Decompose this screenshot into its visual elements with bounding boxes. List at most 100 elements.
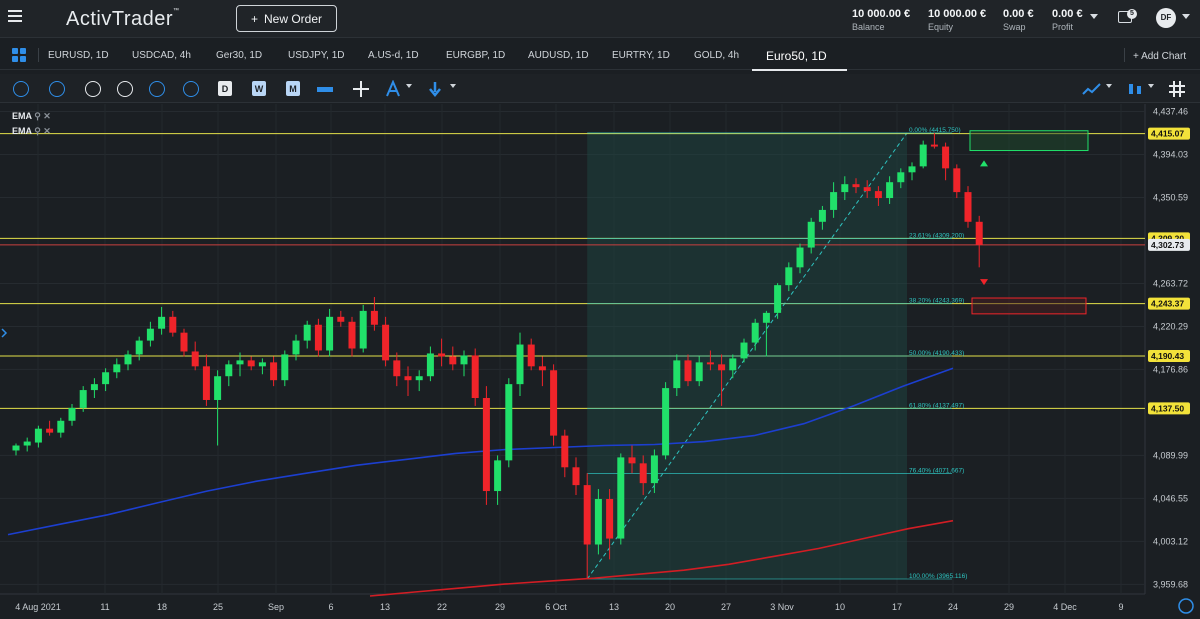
candle-body[interactable] (23, 441, 31, 446)
measure-icon[interactable] (316, 80, 334, 98)
candle-body[interactable] (326, 316, 334, 351)
candle-body[interactable] (482, 398, 490, 492)
monthly-calendar-icon[interactable]: M (284, 80, 302, 98)
stop-loss-zone[interactable] (971, 297, 1087, 315)
arrow-chevron-icon[interactable] (450, 84, 456, 88)
candle-body[interactable] (303, 324, 311, 341)
candle-body[interactable] (662, 388, 670, 456)
half-circle-icon[interactable] (116, 80, 134, 98)
candle-body[interactable] (180, 332, 188, 352)
candle-body[interactable] (561, 435, 569, 468)
take-profit-zone[interactable] (969, 130, 1089, 152)
text-tool-chevron-icon[interactable] (406, 84, 412, 88)
chart-canvas[interactable]: 4,437.46 4,394.03 4,350.59 4,263.72 4,220.29… (0, 104, 1200, 619)
tab-eurtry[interactable]: EURTRY, 1D (612, 50, 670, 61)
candle-body[interactable] (919, 144, 927, 167)
candle-body[interactable] (46, 428, 54, 433)
candle-body[interactable] (169, 316, 177, 333)
candle-body[interactable] (236, 360, 244, 365)
candle-body[interactable] (930, 144, 938, 147)
candle-body[interactable] (751, 322, 759, 343)
pie-icon[interactable] (84, 80, 102, 98)
tab-eurusd[interactable]: EURUSD, 1D (48, 50, 109, 61)
tab-a-us-d[interactable]: A.US-d, 1D (368, 50, 419, 61)
candle-body[interactable] (908, 166, 916, 173)
arrow-down-icon[interactable] (426, 80, 444, 98)
candle-body[interactable] (673, 360, 681, 389)
candle-body[interactable] (863, 187, 871, 192)
crosshair-icon[interactable] (352, 80, 370, 98)
candle-body[interactable] (146, 328, 154, 341)
candle-body[interactable] (583, 485, 591, 545)
candle-body[interactable] (415, 376, 423, 381)
candle-body[interactable] (135, 340, 143, 355)
chart-type-icon[interactable] (1082, 80, 1101, 98)
tab-gold[interactable]: GOLD, 4h (694, 50, 739, 61)
tab-euro50[interactable]: Euro50, 1D (766, 49, 827, 63)
candle-body[interactable] (650, 455, 658, 484)
candle-body[interactable] (337, 316, 345, 322)
candle-body[interactable] (897, 172, 905, 183)
candle-body[interactable] (874, 191, 882, 199)
chart-type-chevron-icon[interactable] (1106, 84, 1112, 88)
text-tool-icon[interactable] (384, 79, 402, 98)
tab-usdcad[interactable]: USDCAD, 4h (132, 50, 191, 61)
candle-body[interactable] (729, 358, 737, 371)
candle-body[interactable] (214, 376, 222, 400)
candle-body[interactable] (796, 247, 804, 268)
candle-body[interactable] (538, 366, 546, 371)
candle-body[interactable] (975, 221, 983, 245)
tab-ger30[interactable]: Ger30, 1D (216, 50, 262, 61)
avatar[interactable]: DF (1156, 8, 1176, 28)
candle-body[interactable] (158, 316, 166, 329)
candle-body[interactable] (785, 267, 793, 286)
candle-body[interactable] (807, 221, 815, 248)
account-dropdown-icon[interactable] (1090, 14, 1098, 19)
candle-body[interactable] (202, 366, 210, 400)
candle-body[interactable] (460, 355, 468, 365)
candle-body[interactable] (404, 376, 412, 381)
candle-body[interactable] (68, 407, 76, 421)
candle-body[interactable] (617, 457, 625, 539)
candle-body[interactable] (740, 342, 748, 359)
candle-body[interactable] (102, 372, 110, 385)
candle-body[interactable] (258, 362, 266, 367)
candle-body[interactable] (225, 364, 233, 377)
candle-body[interactable] (953, 168, 961, 193)
add-chart-button[interactable]: + Add Chart (1133, 51, 1186, 62)
timer-icon[interactable] (12, 80, 30, 98)
indicator-ema-1[interactable]: EMA ⚲ ✕ (12, 111, 51, 122)
candle-body[interactable] (774, 285, 782, 313)
candle-body[interactable] (292, 340, 300, 355)
candle-body[interactable] (942, 146, 950, 169)
tab-usdjpy[interactable]: USDJPY, 1D (288, 50, 345, 61)
candle-body[interactable] (718, 364, 726, 371)
candles-chevron-icon[interactable] (1148, 84, 1154, 88)
weekly-calendar-icon[interactable]: W (250, 80, 268, 98)
candle-body[interactable] (628, 457, 636, 464)
candle-body[interactable] (382, 324, 390, 361)
candle-body[interactable] (393, 360, 401, 377)
tab-eurgbp[interactable]: EURGBP, 1D (446, 50, 505, 61)
candle-body[interactable] (90, 384, 98, 391)
candle-body[interactable] (426, 353, 434, 377)
candle-body[interactable] (281, 354, 289, 381)
indicator-ema-2[interactable]: EMA ⚲ ✕ (12, 126, 51, 137)
candle-body[interactable] (370, 310, 378, 325)
candle-body[interactable] (516, 344, 524, 385)
candle-body[interactable] (886, 182, 894, 199)
candle-body[interactable] (695, 362, 703, 382)
candle-body[interactable] (124, 354, 132, 365)
candle-body[interactable] (270, 362, 278, 381)
candle-body[interactable] (527, 344, 535, 367)
candle-body[interactable] (594, 498, 602, 545)
candle-body[interactable] (550, 370, 558, 436)
user-menu-chevron-icon[interactable] (1182, 14, 1190, 19)
candles-icon[interactable] (1126, 80, 1144, 98)
grid-toggle-icon[interactable] (1168, 80, 1186, 98)
daily-calendar-icon[interactable]: D (216, 80, 234, 98)
candle-body[interactable] (314, 324, 322, 351)
tab-audusd[interactable]: AUDUSD, 1D (528, 50, 589, 61)
candle-body[interactable] (471, 355, 479, 398)
candle-body[interactable] (606, 498, 614, 539)
